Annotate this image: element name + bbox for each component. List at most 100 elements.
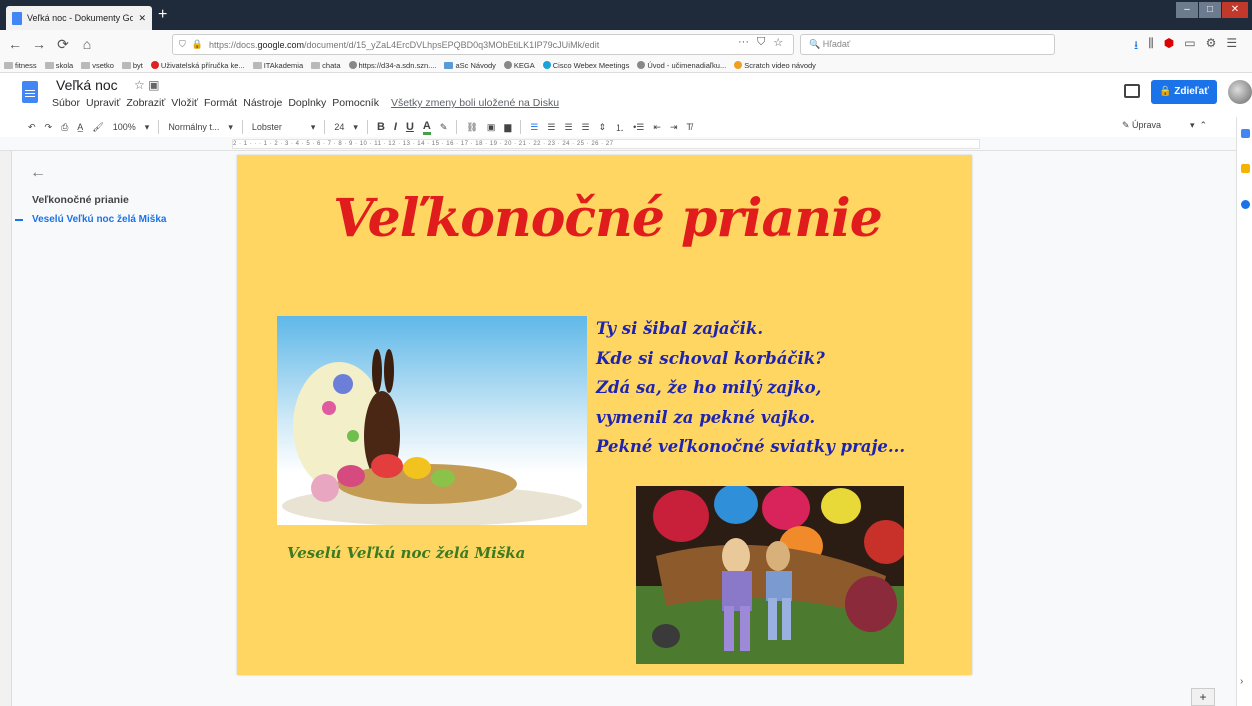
clear-formatting-icon[interactable]: T̸ bbox=[686, 122, 692, 132]
highlight-icon[interactable]: ✎ bbox=[440, 122, 448, 133]
new-tab-button[interactable]: + bbox=[158, 5, 167, 25]
italic-button[interactable]: I bbox=[394, 121, 397, 133]
bookmark-item[interactable]: ITAkademia bbox=[252, 61, 303, 70]
menu-tools[interactable]: Nástroje bbox=[243, 97, 282, 109]
outline-item[interactable]: Veselú Veľkú noc želá Miška bbox=[32, 214, 166, 225]
download-icon[interactable]: ⭳ bbox=[1134, 36, 1138, 57]
outline-marker bbox=[15, 219, 23, 221]
bookmark-item[interactable]: chata bbox=[311, 61, 341, 70]
menu-file[interactable]: Súbor bbox=[52, 97, 80, 109]
comments-icon[interactable] bbox=[1124, 84, 1140, 98]
bookmark-item[interactable]: KEGA bbox=[503, 61, 535, 70]
menu-insert[interactable]: Vložiť bbox=[171, 97, 198, 109]
bookmark-item[interactable]: byt bbox=[121, 61, 143, 70]
side-panel bbox=[1236, 117, 1252, 706]
easter-egg-illustration bbox=[282, 349, 582, 525]
minimize-button[interactable]: – bbox=[1176, 2, 1198, 18]
easter-poem[interactable]: Ty si šibal zajačik. Kde si schoval korb… bbox=[596, 314, 905, 462]
menu-icon[interactable]: ☰ bbox=[1226, 36, 1237, 57]
title-icons: ☆ ▣ bbox=[134, 78, 159, 92]
bold-button[interactable]: B bbox=[377, 121, 385, 133]
forward-icon[interactable]: → bbox=[30, 36, 48, 52]
greeting-signature[interactable]: Veselú Veľkú noc želá Miška bbox=[287, 544, 525, 562]
collapse-toolbar-icon[interactable]: ▾ ⌃ bbox=[1190, 120, 1207, 131]
bookmark-item[interactable]: fitness bbox=[4, 61, 37, 70]
decrease-indent-icon[interactable]: ⇤ bbox=[653, 122, 661, 133]
page-actions-icon[interactable]: ··· bbox=[738, 36, 749, 49]
close-outline-icon[interactable]: ← bbox=[30, 164, 46, 182]
align-right-icon[interactable]: ☰ bbox=[564, 122, 572, 133]
reload-icon[interactable]: ⟳ bbox=[54, 36, 72, 53]
menu-addons[interactable]: Doplnky bbox=[288, 97, 326, 109]
search-input[interactable]: 🔍 Hľadať bbox=[800, 34, 1055, 55]
image-icon[interactable]: ▆ bbox=[504, 122, 511, 133]
menu-view[interactable]: Zobraziť bbox=[126, 97, 165, 109]
align-justify-icon[interactable]: ☰ bbox=[582, 122, 590, 133]
line-spacing-icon[interactable]: ⇕ bbox=[599, 122, 607, 133]
bulleted-list-icon[interactable]: •☰ bbox=[633, 122, 644, 133]
bookmark-item[interactable]: https://d34-a.sdn.szn.... bbox=[348, 61, 436, 70]
easter-basket-bunnies-image[interactable] bbox=[636, 486, 904, 664]
editing-mode-select[interactable]: ✎ Úprava bbox=[1122, 120, 1161, 131]
adblock-icon[interactable]: ⬢ bbox=[1164, 36, 1174, 57]
tasks-icon[interactable] bbox=[1241, 200, 1250, 209]
bookmark-item[interactable]: skola bbox=[44, 61, 73, 70]
browser-tab[interactable]: Veľká noc - Dokumenty Google ✕ bbox=[6, 6, 152, 30]
undo-icon[interactable]: ↶ bbox=[28, 122, 36, 133]
keep-icon[interactable] bbox=[1241, 164, 1250, 173]
url-text: https://docs.google.com/document/d/15_yZ… bbox=[208, 39, 600, 50]
pocket-icon[interactable]: ⛉ bbox=[757, 36, 765, 49]
maximize-button[interactable]: □ bbox=[1199, 2, 1221, 18]
move-folder-icon[interactable]: ▣ bbox=[148, 78, 159, 92]
paint-format-icon[interactable]: 🖌 bbox=[92, 122, 103, 133]
menu-help[interactable]: Pomocník bbox=[332, 97, 379, 109]
address-bar-actions: ··· ⛉ ☆ bbox=[738, 36, 783, 49]
zoom-select[interactable]: 100% bbox=[113, 122, 136, 132]
outline-heading[interactable]: Veľkonočné prianie bbox=[32, 194, 129, 206]
docs-logo-icon[interactable] bbox=[22, 81, 38, 103]
sidebar-icon[interactable]: ▭ bbox=[1184, 36, 1195, 57]
home-icon[interactable]: ⌂ bbox=[78, 36, 96, 52]
calendar-icon[interactable] bbox=[1241, 129, 1250, 138]
redo-icon[interactable]: ↷ bbox=[45, 122, 53, 133]
document-heading[interactable]: Veľkonočné prianie bbox=[240, 188, 975, 249]
extension-icon[interactable]: ⚙ bbox=[1206, 36, 1217, 57]
tab-close-icon[interactable]: ✕ bbox=[138, 13, 146, 24]
avatar[interactable] bbox=[1228, 80, 1252, 104]
share-button[interactable]: 🔒 Zdieľať bbox=[1151, 80, 1217, 104]
increase-indent-icon[interactable]: ⇥ bbox=[670, 122, 678, 133]
star-icon[interactable]: ☆ bbox=[134, 78, 145, 92]
easter-egg-bunny-image[interactable] bbox=[277, 316, 587, 525]
toolbar-icons: ⭳ ⫼ ⬢ ▭ ⚙ ☰ bbox=[1134, 36, 1237, 57]
bookmark-item[interactable]: Scratch video návody bbox=[734, 61, 816, 70]
menu-edit[interactable]: Upraviť bbox=[86, 97, 120, 109]
explore-button[interactable]: + bbox=[1191, 688, 1215, 706]
font-size-select[interactable]: 24 bbox=[334, 122, 344, 132]
ruler-scale[interactable]: 2 · 1 · · · 1 · 2 · 3 · 4 · 5 · 6 · 7 · … bbox=[232, 139, 980, 149]
align-center-icon[interactable]: ☰ bbox=[547, 122, 555, 133]
bookmark-star-icon[interactable]: ☆ bbox=[773, 36, 783, 49]
spellcheck-icon[interactable]: A̲ bbox=[77, 122, 83, 132]
align-left-icon[interactable]: ☰ bbox=[530, 122, 538, 133]
bookmark-item[interactable]: aSc Návody bbox=[444, 61, 496, 70]
bookmark-item[interactable]: vsetko bbox=[81, 61, 114, 70]
style-select[interactable]: Normálny t... bbox=[168, 122, 219, 132]
comment-add-icon[interactable]: ▣ bbox=[487, 122, 496, 133]
address-bar[interactable]: ⛉ 🔒 https://docs.google.com/document/d/1… bbox=[172, 34, 794, 55]
back-icon[interactable]: ← bbox=[6, 36, 24, 52]
expand-panel-icon[interactable]: › bbox=[1240, 676, 1243, 687]
close-window-button[interactable]: ✕ bbox=[1222, 2, 1248, 18]
library-icon[interactable]: ⫼ bbox=[1148, 36, 1154, 57]
font-select[interactable]: Lobster bbox=[252, 122, 302, 132]
numbered-list-icon[interactable]: ⒈ bbox=[615, 121, 624, 134]
text-color-button[interactable]: A bbox=[422, 120, 431, 135]
save-status[interactable]: Všetky zmeny boli uložené na Disku bbox=[391, 97, 559, 109]
print-icon[interactable]: ⎙ bbox=[61, 122, 68, 133]
bookmark-item[interactable]: Uživatelská příručka ke... bbox=[150, 61, 245, 70]
bookmark-item[interactable]: Cisco Webex Meetings bbox=[542, 61, 629, 70]
underline-button[interactable]: U bbox=[406, 121, 414, 133]
link-icon[interactable]: ⛓ bbox=[466, 122, 477, 133]
menu-format[interactable]: Formát bbox=[204, 97, 237, 109]
document-title[interactable]: Veľká noc bbox=[56, 77, 118, 93]
bookmark-item[interactable]: Úvod - učimenadiaľku... bbox=[637, 61, 726, 70]
